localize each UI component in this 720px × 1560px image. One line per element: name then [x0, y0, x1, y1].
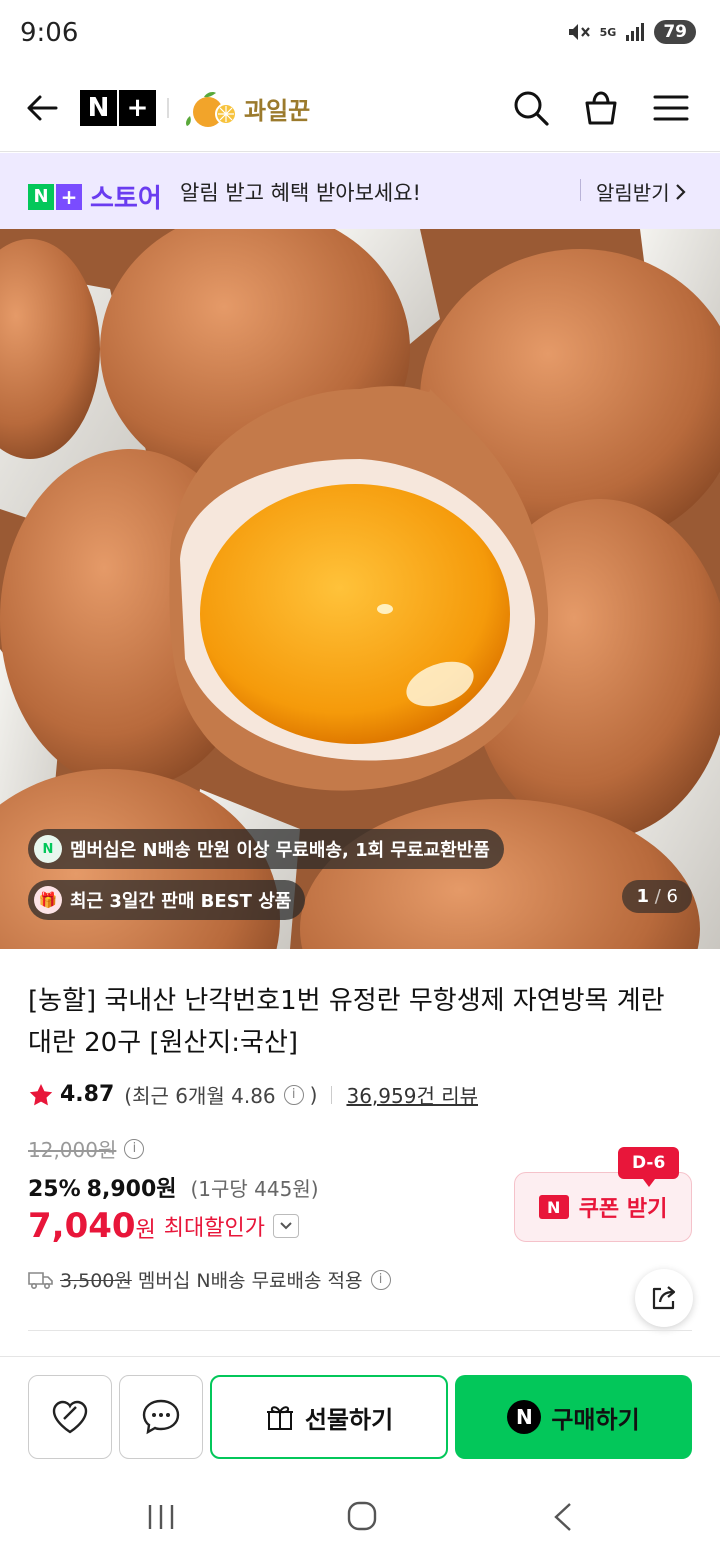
chat-button[interactable] — [119, 1375, 203, 1459]
naver-pay-icon: N — [507, 1400, 542, 1434]
truck-icon — [28, 1271, 53, 1289]
naver-plus-store-logo: N + 스토어 — [28, 178, 162, 215]
recent-apps-icon[interactable] — [141, 1500, 181, 1534]
fruit-logo-icon — [186, 92, 237, 127]
banner-store-label: 스토어 — [90, 184, 162, 214]
status-icons: 5G 79 — [566, 20, 696, 44]
rating-separator — [331, 1085, 333, 1104]
product-image-gallery[interactable]: N 멤버십은 N배송 만원 이상 무료배송, 1회 무료교환반품 🎁 최근 3일… — [0, 229, 720, 949]
menu-icon[interactable] — [651, 88, 691, 128]
banner-divider — [580, 179, 581, 201]
logo-n: N — [80, 90, 117, 126]
signal-icon — [626, 23, 645, 41]
shipping-original-fee: 3,500원 — [60, 1270, 132, 1292]
shipping-text: 멤버십 N배송 무료배송 적용 — [137, 1270, 363, 1292]
rating-score: 4.87 — [60, 1082, 115, 1107]
recent-rating: (최근 6개월 4.86 — [124, 1084, 276, 1108]
sale-price: 8,900원 — [86, 1177, 177, 1202]
network-indicator: 5G — [599, 25, 617, 39]
sale-price-row: 25% 8,900원 (1구당 445원) — [28, 1171, 319, 1203]
discount-rate: 25% — [28, 1177, 81, 1202]
banner-action-label: 알림받기 — [596, 181, 670, 205]
notification-banner[interactable]: N + 스토어 알림 받고 혜택 받아보세요! 알림받기 — [0, 153, 720, 229]
info-divider — [28, 1330, 692, 1331]
gift-button[interactable]: 선물하기 — [210, 1375, 448, 1459]
best-seller-badge: 🎁 최근 3일간 판매 BEST 상품 — [28, 880, 306, 920]
chat-bubble-icon — [142, 1399, 180, 1435]
coupon-n-icon: N — [538, 1195, 569, 1219]
heart-icon — [52, 1400, 88, 1434]
back-arrow-icon[interactable] — [22, 88, 62, 128]
star-icon — [29, 1083, 53, 1105]
info-icon[interactable]: i — [283, 1084, 304, 1105]
system-nav-bar — [0, 1470, 720, 1560]
final-price-row[interactable]: 7,040원 최대할인가 — [28, 1206, 299, 1246]
notification-subscribe-button[interactable]: 알림받기 — [596, 177, 688, 206]
shopping-bag-icon[interactable] — [581, 88, 621, 128]
review-count-link[interactable]: 36,959건 리뷰 — [346, 1080, 478, 1109]
final-price-label: 최대할인가 — [163, 1216, 265, 1241]
membership-badge-text: 멤버십은 N배송 만원 이상 무료배송, 1회 무료교환반품 — [70, 840, 490, 861]
product-title: [농할] 국내산 난각번호1번 유정란 무항생제 자연방목 계란 대란 20구 … — [28, 986, 665, 1058]
banner-message: 알림 받고 혜택 받아보세요! — [180, 181, 421, 205]
share-button[interactable] — [635, 1269, 693, 1327]
rating-row: 4.87 (최근 6개월 4.86 i ) 36,959건 리뷰 — [28, 1080, 478, 1109]
naver-plus-logo[interactable]: N + — [80, 90, 156, 126]
bottom-action-bar: 선물하기 N 구매하기 — [0, 1356, 720, 1470]
gift-box-icon: 🎁 — [34, 886, 62, 914]
buy-button[interactable]: N 구매하기 — [455, 1375, 692, 1459]
coupon-button[interactable]: N 쿠폰 받기 — [514, 1172, 692, 1242]
membership-badge: N 멤버십은 N배송 만원 이상 무료배송, 1회 무료교환반품 — [28, 829, 504, 869]
buy-label: 구매하기 — [551, 1405, 640, 1434]
final-price-number: 7,040 — [28, 1206, 136, 1246]
image-counter: 1 / 6 — [622, 880, 692, 913]
coupon-dday-badge: D-6 — [618, 1147, 680, 1187]
logo-divider — [167, 98, 169, 118]
battery-indicator: 79 — [654, 20, 696, 44]
image-counter-total: 6 — [666, 886, 678, 907]
share-icon — [652, 1286, 676, 1310]
chevron-down-icon[interactable] — [273, 1214, 299, 1238]
logo-plus: + — [119, 90, 156, 126]
gift-icon — [266, 1406, 293, 1430]
recent-rating-close: ) — [309, 1082, 318, 1107]
status-bar: 9:06 5G 79 — [0, 0, 720, 68]
shipping-row: 3,500원 멤버십 N배송 무료배송 적용 i — [28, 1266, 391, 1293]
original-price: 12,000원 — [28, 1138, 117, 1162]
original-price-row: 12,000원 i — [28, 1134, 145, 1163]
image-counter-current: 1 — [636, 886, 650, 907]
search-icon[interactable] — [511, 88, 551, 128]
mute-icon — [568, 24, 590, 40]
chevron-right-icon — [675, 183, 686, 200]
best-seller-badge-text: 최근 3일간 판매 BEST 상품 — [70, 891, 292, 912]
unit-price: (1구당 445원) — [190, 1177, 319, 1201]
banner-logo-n: N — [28, 183, 54, 210]
final-price: 7,040원 — [28, 1206, 156, 1246]
shipping-info-icon[interactable]: i — [370, 1269, 391, 1290]
price-info-icon[interactable]: i — [124, 1138, 145, 1159]
coupon-label: 쿠폰 받기 — [578, 1197, 668, 1222]
store-logo[interactable]: 과일꾼 — [182, 86, 310, 130]
wishlist-button[interactable] — [28, 1375, 112, 1459]
gift-label: 선물하기 — [304, 1405, 394, 1434]
store-name: 과일꾼 — [244, 96, 311, 125]
home-icon[interactable] — [342, 1500, 382, 1534]
banner-logo-plus: + — [56, 183, 82, 210]
n-delivery-icon: N — [34, 835, 62, 863]
app-header: N + 과일꾼 — [0, 68, 720, 152]
final-price-unit: 원 — [135, 1218, 156, 1243]
status-time: 9:06 — [20, 18, 79, 48]
back-nav-icon[interactable] — [544, 1500, 584, 1534]
